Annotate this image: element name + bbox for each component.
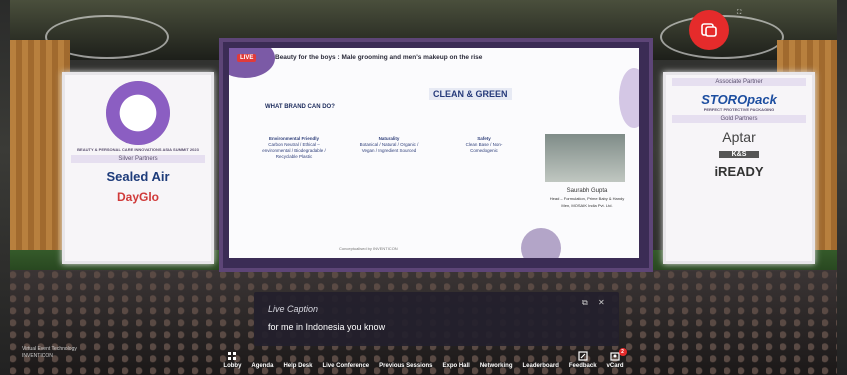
slide-column-safety: Safety Clean Base / Non-Comedogenic — [454, 136, 514, 154]
nav-help-desk[interactable]: Help Desk — [283, 351, 312, 369]
bottom-nav: Lobby Agenda Help Desk Live Conference P… — [0, 343, 847, 375]
associate-partner-caption: Associate Partner — [672, 78, 806, 86]
decorative-blob — [619, 68, 639, 128]
sponsor-ks[interactable]: K&S — [719, 151, 759, 158]
feedback-icon — [578, 351, 588, 361]
nav-agenda[interactable]: Agenda — [251, 351, 273, 369]
blank-icon — [293, 351, 303, 361]
silver-partners-caption: Silver Partners — [71, 155, 205, 163]
nav-label: vCard — [606, 363, 624, 369]
speaker-info: Saurabh Gupta Head – Formulation, Prime … — [549, 188, 625, 209]
record-icon — [701, 23, 717, 37]
column-body: Carbon Neutral / Ethical – environmental… — [262, 142, 326, 159]
sponsor-iready[interactable]: iREADY — [666, 164, 812, 179]
summit-title: BEAUTY & PERSONAL CARE INNOVATIONS ASIA … — [77, 147, 199, 152]
live-caption-text: for me in Indonesia you know — [268, 322, 386, 332]
speaker-video — [545, 134, 625, 182]
blank-icon — [257, 351, 267, 361]
sponsor-aptar[interactable]: Aptar — [666, 129, 812, 145]
sponsor-sealed-air[interactable]: Sealed Air — [65, 169, 211, 184]
decorative-blob — [521, 228, 561, 258]
nav-leaderboard[interactable]: Leaderboard — [523, 351, 559, 369]
fullscreen-icon[interactable]: ⛶ — [737, 10, 741, 17]
nav-label: Lobby — [223, 363, 242, 369]
nav-live-conference[interactable]: Live Conference — [322, 351, 369, 369]
blank-icon — [491, 351, 501, 361]
sponsor-storopack[interactable]: STOROpack — [666, 92, 812, 107]
nav-networking[interactable]: Networking — [480, 351, 513, 369]
nav-expo-hall[interactable]: Expo Hall — [443, 351, 470, 369]
nav-label: Networking — [479, 363, 513, 369]
slide-heading: CLEAN & GREEN — [429, 88, 512, 100]
live-caption-label: Live Caption — [268, 304, 319, 314]
gold-partners-caption: Gold Partners — [672, 115, 806, 123]
stage-screen[interactable]: LIVE Beauty for the boys : Male grooming… — [219, 38, 653, 272]
slide-question: WHAT BRAND CAN DO? — [265, 104, 335, 110]
column-body: Clean Base / Non-Comedogenic — [465, 142, 503, 153]
nav-label: Leaderboard — [522, 363, 559, 369]
record-button[interactable] — [689, 10, 729, 50]
grid-icon — [228, 352, 237, 360]
nav-label: Live Conference — [322, 363, 370, 369]
left-sponsor-panel[interactable]: BEAUTY & PERSONAL CARE INNOVATIONS ASIA … — [62, 72, 214, 264]
speaker-role: Head – Formulation, Prime Baby & Handy M… — [549, 196, 625, 208]
sponsor-dayglo[interactable]: DayGlo — [65, 190, 211, 204]
slide-title: Beauty for the boys : Male grooming and … — [275, 54, 483, 61]
blank-icon — [536, 351, 546, 361]
storopack-tagline: PERFECT PROTECTIVE PACKAGING — [703, 107, 775, 112]
nav-label: Agenda — [251, 363, 274, 369]
speaker-name: Saurabh Gupta — [566, 188, 608, 194]
vcard-badge: 2 — [618, 348, 627, 356]
decorative-blob — [229, 48, 275, 78]
nav-vcard[interactable]: 2 vCard — [606, 348, 627, 369]
live-badge: LIVE — [237, 54, 257, 62]
virtual-event-scene: BEAUTY & PERSONAL CARE INNOVATIONS ASIA … — [0, 0, 847, 375]
nav-previous-sessions[interactable]: Previous Sessions — [379, 351, 432, 369]
live-caption-box: Live Caption for me in Indonesia you kno… — [254, 292, 619, 346]
caption-expand-icon[interactable]: ⧉ — [582, 298, 588, 308]
nav-label: Feedback — [568, 363, 597, 369]
nav-label: Expo Hall — [442, 363, 470, 369]
blank-icon — [401, 351, 411, 361]
nav-lobby[interactable]: Lobby — [223, 351, 241, 369]
column-body: Botanical / Natural / Organic / Vegan / … — [359, 142, 419, 153]
slide-sponsor: Conceptualised by INVENTICON — [339, 246, 398, 251]
slide-column-environment: Environmental Friendly Carbon Neutral / … — [259, 136, 329, 160]
blank-icon — [451, 351, 461, 361]
nav-label: Help Desk — [283, 363, 313, 369]
caption-close-icon[interactable]: ✕ — [598, 298, 605, 307]
nav-label: Previous Sessions — [379, 363, 433, 369]
blank-icon — [341, 351, 351, 361]
slide-column-naturality: Naturality Botanical / Natural / Organic… — [359, 136, 419, 154]
wood-wall-left — [10, 40, 70, 270]
right-sponsor-panel[interactable]: Associate Partner STOROpack PERFECT PROT… — [663, 72, 815, 264]
presentation-slide: LIVE Beauty for the boys : Male grooming… — [229, 48, 639, 258]
nav-feedback[interactable]: Feedback — [569, 351, 597, 369]
summit-logo — [106, 81, 170, 145]
